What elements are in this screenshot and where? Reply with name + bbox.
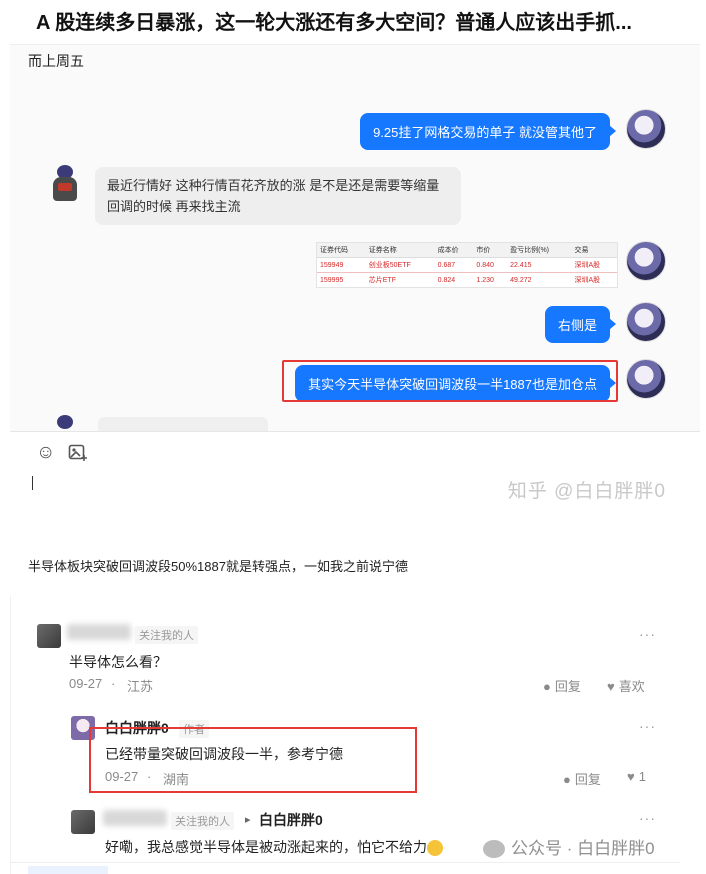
more-icon[interactable]: ··· bbox=[639, 718, 656, 734]
comment-date: 09-27 bbox=[69, 676, 103, 691]
table-cell: 深圳A股 bbox=[571, 272, 617, 287]
chat-bubble-right: 9.25挂了网格交易的单子 就没管其他了 bbox=[360, 113, 616, 150]
wechat-watermark-text: 公众号 · 白白胖胖0 bbox=[511, 839, 655, 858]
avatar bbox=[48, 415, 82, 431]
table-cell: 159949 bbox=[317, 257, 366, 273]
page-title: A 股连续多日暴涨，这一轮大涨还有多大空间？普通人应该出手抓... bbox=[36, 12, 632, 34]
like-label: 喜欢 bbox=[618, 679, 645, 694]
avatar bbox=[626, 109, 666, 149]
chat-bubble-left bbox=[98, 417, 268, 431]
table-cell: 深圳A股 bbox=[571, 257, 617, 273]
table-header: 市价 bbox=[473, 243, 508, 258]
highlight-box bbox=[89, 727, 417, 793]
table-cell: 0.840 bbox=[473, 257, 508, 273]
reply-icon: ● bbox=[563, 772, 571, 787]
wechat-icon bbox=[483, 839, 505, 858]
reply-button[interactable]: ● 回复 bbox=[563, 769, 601, 788]
table-row: 159949 创业板50ETF 0.687 0.840 22.415 深圳A股 bbox=[317, 257, 617, 273]
zhihu-watermark: 知乎 @白白胖胖0 bbox=[507, 481, 666, 502]
table-cell: 芯片ETF bbox=[365, 272, 435, 287]
chat-input-area[interactable]: ☺ 知乎 @白白胖胖0 bbox=[10, 431, 700, 531]
article-paragraph: 半导体板块突破回调波段50%1887就是转强点，一如我之前说宁德 bbox=[28, 559, 408, 574]
emoji-icon bbox=[427, 840, 443, 857]
table-cell: 0.824 bbox=[434, 272, 474, 287]
table-cell: 1.230 bbox=[473, 272, 508, 287]
avatar[interactable] bbox=[71, 810, 95, 834]
table-header: 成本价 bbox=[434, 243, 474, 258]
heart-icon: ♥ bbox=[627, 769, 635, 784]
avatar[interactable] bbox=[37, 624, 61, 648]
chat-bubble-right: 右侧是 bbox=[544, 306, 617, 343]
table-header: 证券代码 bbox=[317, 243, 366, 258]
table-cell: 0.687 bbox=[434, 257, 474, 273]
comment-text: 半导体怎么看？ bbox=[69, 654, 167, 670]
heart-icon: ♥ bbox=[607, 679, 615, 694]
text-caret bbox=[32, 476, 33, 490]
chat-bubble-left: 最近行情好 这种行情百花齐放的涨 是不是还是需要等缩量回调的时候 再来找主流 bbox=[95, 167, 461, 225]
comments-section: 关注我的人 ··· 半导体怎么看？ 09-27 · 江苏 ● 回复 ♥ 喜欢 白白胖… bbox=[10, 596, 680, 874]
separator-dot: · bbox=[111, 676, 116, 691]
avatar bbox=[626, 302, 666, 342]
like-count: 1 bbox=[638, 769, 646, 784]
wechat-watermark: 公众号 · 白白胖胖0 bbox=[483, 834, 655, 859]
reply-icon: ● bbox=[543, 679, 551, 694]
table-cell: 创业板50ETF bbox=[365, 257, 435, 273]
like-button[interactable]: ♥ 1 bbox=[627, 769, 646, 784]
reply-label: 回复 bbox=[574, 772, 601, 787]
more-icon[interactable]: ··· bbox=[639, 810, 656, 826]
avatar bbox=[48, 165, 82, 203]
blurred-username bbox=[67, 624, 131, 640]
follower-tag: 关注我的人 bbox=[171, 812, 234, 830]
comment-location: 江苏 bbox=[127, 679, 154, 694]
image-add-icon[interactable] bbox=[68, 443, 88, 468]
reply-button[interactable]: ● 回复 bbox=[543, 676, 581, 695]
highlight-box bbox=[282, 360, 618, 402]
reply-label: 回复 bbox=[554, 679, 581, 694]
follower-tag: 关注我的人 bbox=[135, 626, 198, 644]
more-icon[interactable]: ··· bbox=[639, 626, 656, 642]
table-cell: 159995 bbox=[317, 272, 366, 287]
avatar bbox=[626, 359, 666, 399]
table-header: 证券名称 bbox=[365, 243, 435, 258]
smile-icon[interactable]: ☺ bbox=[36, 442, 55, 464]
table-cell: 49.272 bbox=[507, 272, 572, 287]
table-header: 盈亏比例(%) bbox=[507, 243, 572, 258]
lead-text: 而上周五 bbox=[28, 53, 84, 69]
avatar bbox=[626, 241, 666, 281]
blurred-username bbox=[103, 810, 167, 826]
comment-text-body: 好嘞，我总感觉半导体是被动涨起来的，怕它不给力 bbox=[105, 839, 427, 855]
reply-to-name[interactable]: 白白胖胖0 bbox=[259, 810, 323, 830]
footer-button[interactable] bbox=[28, 866, 108, 874]
footer-strip bbox=[10, 862, 680, 874]
holdings-table-image: 证券代码 证券名称 成本价 市价 盈亏比例(%) 交易 159949 创业板50… bbox=[316, 242, 618, 288]
table-header: 交易 bbox=[571, 243, 617, 258]
table-row: 159995 芯片ETF 0.824 1.230 49.272 深圳A股 bbox=[317, 272, 617, 287]
comment-text: 好嘞，我总感觉半导体是被动涨起来的，怕它不给力 bbox=[105, 837, 443, 857]
table-cell: 22.415 bbox=[507, 257, 572, 273]
reply-arrow-icon: ▸ bbox=[245, 814, 251, 826]
like-button[interactable]: ♥ 喜欢 bbox=[607, 676, 645, 695]
chat-screenshot: 而上周五 9.25挂了网格交易的单子 就没管其他了 最近行情好 这种行情百花齐放… bbox=[10, 44, 700, 531]
